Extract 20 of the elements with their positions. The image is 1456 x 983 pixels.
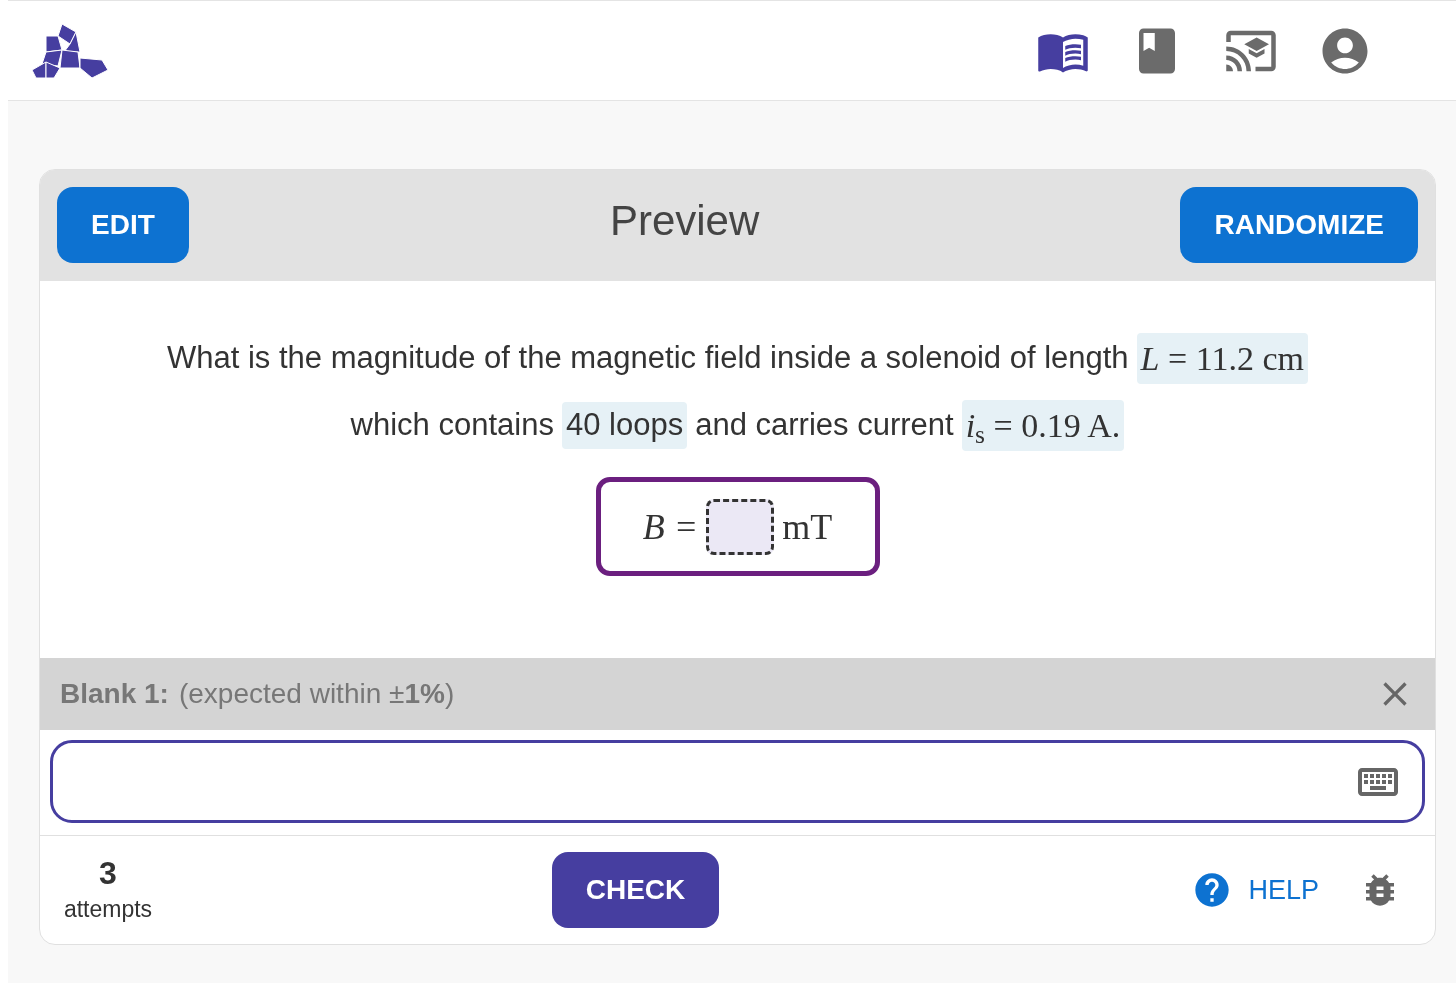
randomize-button[interactable]: RANDOMIZE [1180,187,1418,263]
answer-input[interactable] [50,740,1425,823]
logo-icon[interactable] [30,21,108,80]
question-text: and carries current [695,406,954,445]
edit-button[interactable]: EDIT [57,187,189,263]
math-expression: L = 11.2 cm [1136,333,1308,384]
blank-hint: (expected within ±1%) [178,677,456,711]
attempts-count: 3 [99,853,117,892]
help-link[interactable]: HELP [1248,869,1319,911]
check-button[interactable]: CHECK [552,852,719,928]
blank-label: Blank 1: [60,677,169,711]
answer-blank[interactable] [706,498,775,555]
attempts-label: attempts [63,894,153,924]
question-text: What is the magnitude of the magnetic field inside a solenoid of length [167,339,1129,378]
unit-text: mT [782,505,833,549]
preview-title: Preview [609,196,760,246]
question-text: 40 loops [561,402,688,449]
math-expression: i$_{s}$ = 0.19 A. [961,400,1125,451]
math-expression: B = [642,505,699,549]
question-text: which contains [350,406,554,445]
